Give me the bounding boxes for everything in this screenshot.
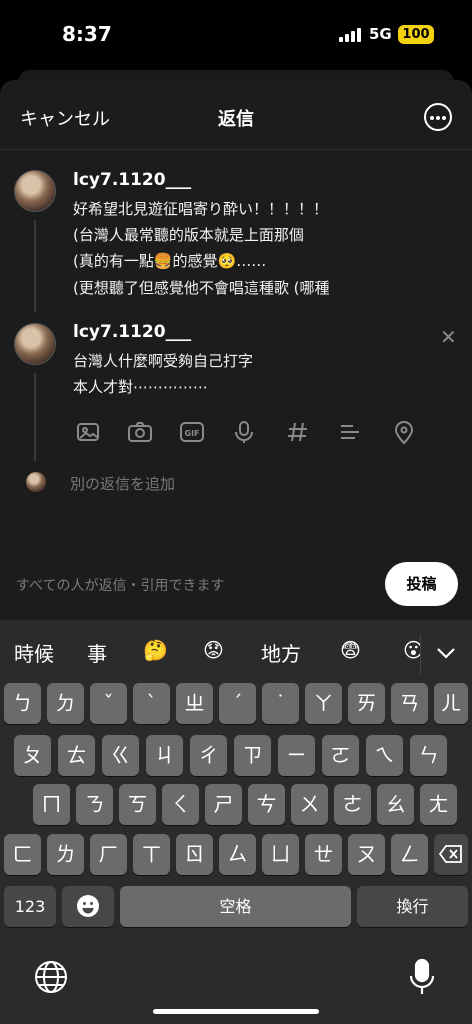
key[interactable]: ˙ [262, 683, 299, 724]
post-text-line: 好希望北見遊征唱寄り酔い！！！！！ [73, 200, 329, 218]
key[interactable]: ˊ [219, 683, 256, 724]
key[interactable]: ㄔ [190, 735, 227, 776]
candidate-bar: 時候 事 🤔 😟 地方 😨 😮 [0, 620, 472, 680]
key[interactable]: ㄨ [291, 784, 328, 825]
key[interactable]: ㄕ [205, 784, 242, 825]
svg-text:GIF: GIF [185, 429, 200, 438]
avatar [14, 323, 56, 365]
location-icon[interactable] [390, 418, 418, 446]
key[interactable]: ㄠ [377, 784, 414, 825]
key[interactable]: ㄝ [305, 834, 342, 875]
post-text-line: (台灣人最常聽的版本就是上面那個 [73, 226, 304, 244]
key[interactable]: ㄎ [119, 784, 156, 825]
key[interactable]: ㄒ [133, 834, 170, 875]
reply-text-line[interactable]: 本人才對⋯⋯⋯⋯⋯ [73, 376, 208, 397]
microphone-icon[interactable] [230, 418, 258, 446]
post-username: lcy7.1120___ [73, 170, 192, 190]
reply-sheet: キャンセル 返信 lcy7.1120___ 好希望北見遊征唱寄り酔い！！！！！ … [0, 80, 472, 620]
avatar [14, 170, 56, 212]
delete-key[interactable] [434, 834, 468, 875]
key[interactable]: ㄋ [76, 784, 113, 825]
gif-icon[interactable]: GIF [178, 418, 206, 446]
post-text-line: (更想聽了但感覺他不會唱這種歌 (哪種 [73, 279, 330, 297]
close-icon[interactable]: ✕ [440, 325, 457, 349]
key[interactable]: ㄘ [248, 784, 285, 825]
post-button[interactable]: 投稿 [385, 562, 458, 606]
candidate[interactable]: 😟 [203, 638, 224, 662]
key[interactable]: ㄍ [102, 735, 139, 776]
thread-line [34, 220, 36, 312]
backspace-icon [438, 845, 462, 863]
key[interactable]: ㄌ [47, 834, 84, 875]
add-another-reply[interactable]: 別の返信を追加 [70, 473, 175, 494]
key[interactable]: ㄑ [162, 784, 199, 825]
reply-username: lcy7.1120___ [73, 322, 192, 342]
candidate[interactable]: 😨 [340, 638, 361, 662]
key[interactable]: ˇ [90, 683, 127, 724]
list-icon[interactable] [336, 418, 364, 446]
emoji-icon [77, 895, 99, 917]
key[interactable]: ㄖ [176, 834, 213, 875]
candidate[interactable]: 🤔 [143, 638, 168, 662]
post-text-line: (真的有一點🍔的感覺🥺…… [73, 252, 267, 270]
camera-icon[interactable] [126, 418, 154, 446]
key[interactable]: ㄤ [420, 784, 457, 825]
space-key[interactable]: 空格 [120, 886, 351, 927]
network-type: 5G [369, 25, 392, 43]
candidate[interactable]: 事 [87, 638, 107, 667]
candidate[interactable]: 😮 [403, 638, 421, 662]
key[interactable]: ㄣ [410, 735, 447, 776]
more-options-icon[interactable] [424, 103, 452, 131]
key[interactable]: ㄓ [176, 683, 213, 724]
signal-icon [339, 28, 363, 42]
key[interactable]: ㄦ [434, 683, 468, 724]
key[interactable]: ㄊ [58, 735, 95, 776]
sheet-header: キャンセル 返信 [0, 80, 472, 150]
key[interactable]: ㄉ [47, 683, 84, 724]
key[interactable]: ㄞ [348, 683, 385, 724]
key[interactable]: ㄡ [348, 834, 385, 875]
chevron-down-icon[interactable] [420, 634, 470, 674]
globe-icon[interactable] [34, 960, 68, 998]
status-time: 8:37 [62, 22, 112, 46]
sheet-title: 返信 [218, 109, 254, 130]
key[interactable]: ㄗ [234, 735, 271, 776]
key[interactable]: ㄏ [90, 834, 127, 875]
home-indicator[interactable] [153, 1009, 319, 1014]
key[interactable]: ㄙ [219, 834, 256, 875]
emoji-key[interactable] [62, 886, 114, 927]
numbers-key[interactable]: 123 [4, 886, 56, 927]
key[interactable]: ㄢ [391, 683, 428, 724]
reply-text-line[interactable]: 台灣人什麼啊受夠自己打字 [73, 350, 253, 371]
key[interactable]: ㄧ [278, 735, 315, 776]
hashtag-icon[interactable] [284, 418, 312, 446]
microphone-icon[interactable] [408, 958, 436, 1000]
battery-icon: 100 [398, 25, 434, 44]
key[interactable]: ㄟ [366, 735, 403, 776]
reply-permission-text[interactable]: すべての人が返信・引用できます [16, 575, 224, 595]
thread-line [34, 373, 36, 461]
key[interactable]: ㄥ [391, 834, 428, 875]
key[interactable]: ㄈ [4, 834, 41, 875]
zhuyin-keyboard: 時候 事 🤔 😟 地方 😨 😮 ㄅ ㄉ ˇ ˋ ㄓ ˊ ˙ ㄚ ㄞ ㄢ ㄦ ㄆ … [0, 620, 472, 1024]
key[interactable]: ㄆ [14, 735, 51, 776]
key[interactable]: ㄜ [334, 784, 371, 825]
key[interactable]: ˋ [133, 683, 170, 724]
key[interactable]: ㄛ [322, 735, 359, 776]
key[interactable]: ㄅ [4, 683, 41, 724]
candidate[interactable]: 地方 [261, 638, 301, 667]
key[interactable]: ㄇ [33, 784, 70, 825]
key[interactable]: ㄚ [305, 683, 342, 724]
candidate[interactable]: 時候 [14, 638, 54, 667]
key[interactable]: ㄐ [146, 735, 183, 776]
return-key[interactable]: 換行 [357, 886, 468, 927]
image-icon[interactable] [74, 418, 102, 446]
avatar-small [26, 472, 46, 492]
key[interactable]: ㄩ [262, 834, 299, 875]
status-bar: 8:37 5G 100 [0, 0, 472, 70]
